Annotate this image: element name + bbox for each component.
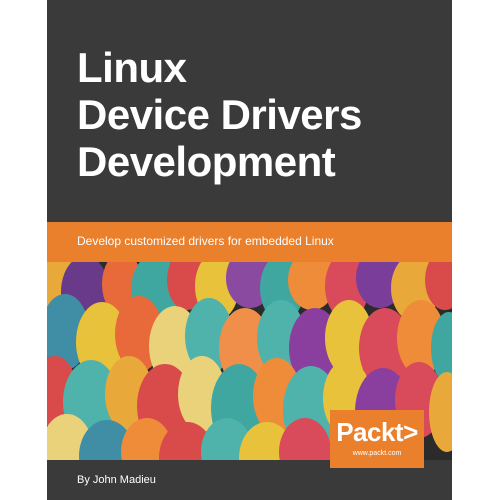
publisher-url: www.packt.com [352,450,402,457]
publisher-logo: Packt> www.packt.com [330,410,424,468]
book-author: By John Madieu [77,474,156,486]
title-line-1: Linux [77,44,187,91]
title-line-3: Development [77,138,336,185]
book-subtitle: Develop customized drivers for embedded … [77,234,334,248]
subtitle-bar: Develop customized drivers for embedded … [47,222,452,262]
title-line-2: Device Drivers [77,91,362,138]
book-cover: Linux Device Drivers Development Develop… [47,0,452,500]
book-title: Linux Device Drivers Development [77,44,447,185]
publisher-logo-text: Packt> [336,417,418,447]
